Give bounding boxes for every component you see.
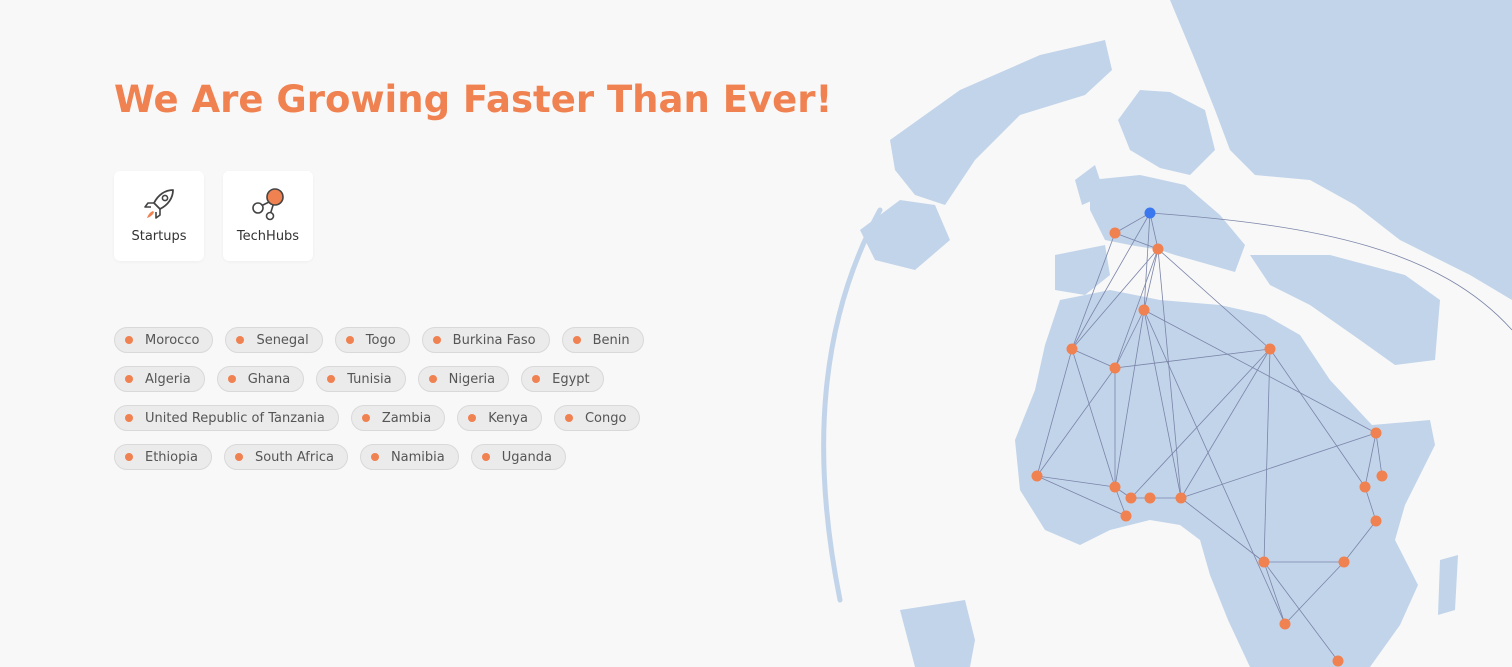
network-node bbox=[1109, 481, 1121, 493]
network-node bbox=[1031, 470, 1043, 482]
network-node bbox=[1338, 556, 1350, 568]
network-node bbox=[1109, 227, 1121, 239]
network-node bbox=[1279, 618, 1291, 630]
network-node bbox=[1175, 492, 1187, 504]
network-node bbox=[1376, 470, 1388, 482]
hub-node bbox=[1144, 207, 1156, 219]
network-node bbox=[1359, 481, 1371, 493]
africa-globe-map bbox=[821, 0, 1512, 667]
network-node bbox=[1125, 492, 1137, 504]
network-node bbox=[1152, 243, 1164, 255]
network-node bbox=[1370, 515, 1382, 527]
network-node bbox=[1138, 304, 1150, 316]
network-node bbox=[1370, 427, 1382, 439]
network-node bbox=[1258, 556, 1270, 568]
network-node bbox=[1120, 510, 1132, 522]
network-node bbox=[1109, 362, 1121, 374]
network-node bbox=[1066, 343, 1078, 355]
network-node bbox=[1264, 343, 1276, 355]
network-node bbox=[1332, 655, 1344, 667]
network-node bbox=[1144, 492, 1156, 504]
